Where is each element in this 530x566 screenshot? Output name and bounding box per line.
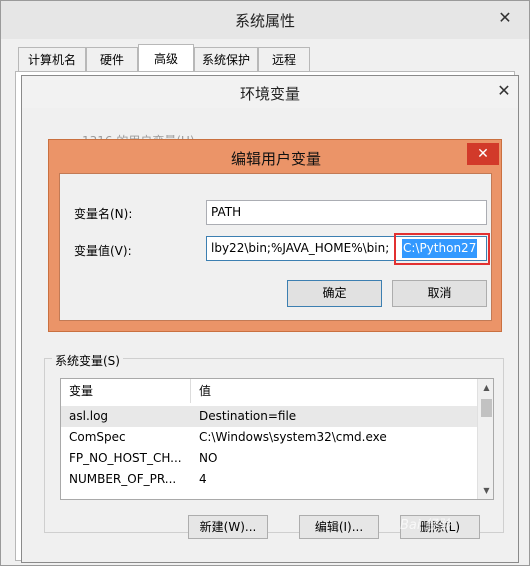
edit-dialog-title: 编辑用户变量 [230,150,321,168]
tab-remote[interactable]: 远程 [258,47,310,71]
system-variables-label: 系统变量(S) [52,352,123,369]
column-header-variable[interactable]: 变量 [61,379,191,403]
environment-variables-title: 环境变量 [239,85,300,103]
system-properties-title: 系统属性 [234,12,295,30]
row-variable-name: ComSpec [69,430,126,444]
system-variables-table[interactable]: 变量 值 asl.log Destination=file ComSpec C:… [60,378,494,500]
tab-hardware[interactable]: 硬件 [86,47,138,71]
table-scrollbar[interactable]: ▲ ▼ [477,379,493,499]
scroll-up-icon[interactable]: ▲ [478,379,493,396]
row-variable-value: NO [199,451,218,465]
column-header-value[interactable]: 值 [191,379,477,403]
tab-advanced[interactable]: 高级 [138,44,194,72]
table-row[interactable]: NUMBER_OF_PR... 4 [61,469,477,490]
new-variable-button[interactable]: 新建(W)... [188,515,268,539]
row-variable-value: 4 [199,472,207,486]
row-variable-value: C:\Windows\system32\cmd.exe [199,430,387,444]
variable-value-text: lby22\bin;%JAVA_HOME%\bin; [211,241,390,255]
tab-computer-name[interactable]: 计算机名 [18,47,86,71]
edit-variable-button[interactable]: 编辑(I)... [299,515,379,539]
table-row[interactable]: ComSpec C:\Windows\system32\cmd.exe [61,427,477,448]
row-variable-value: Destination=file [199,409,297,423]
ok-button[interactable]: 确定 [287,280,382,307]
row-variable-name: FP_NO_HOST_CH... [69,451,182,465]
highlight-annotation-box [394,233,490,265]
edit-dialog-close-icon[interactable]: ✕ [467,143,499,165]
tab-system-protection[interactable]: 系统保护 [194,47,258,71]
watermark-logo: Bai 经验 [400,518,451,533]
row-variable-name: NUMBER_OF_PR... [69,472,177,486]
row-variable-name: asl.log [69,409,109,423]
table-row[interactable]: asl.log Destination=file [61,406,477,427]
environment-variables-close-icon[interactable]: ✕ [492,80,516,102]
variable-value-label: 变量值(V): [74,244,132,258]
table-row[interactable]: FP_NO_HOST_CH... NO [61,448,477,469]
variable-name-label: 变量名(N): [74,207,133,221]
system-properties-close-icon[interactable]: ✕ [491,7,519,29]
scroll-down-icon[interactable]: ▼ [478,482,493,499]
cancel-button[interactable]: 取消 [392,280,487,307]
scroll-thumb[interactable] [481,399,492,417]
variable-name-input[interactable]: PATH [206,200,487,225]
